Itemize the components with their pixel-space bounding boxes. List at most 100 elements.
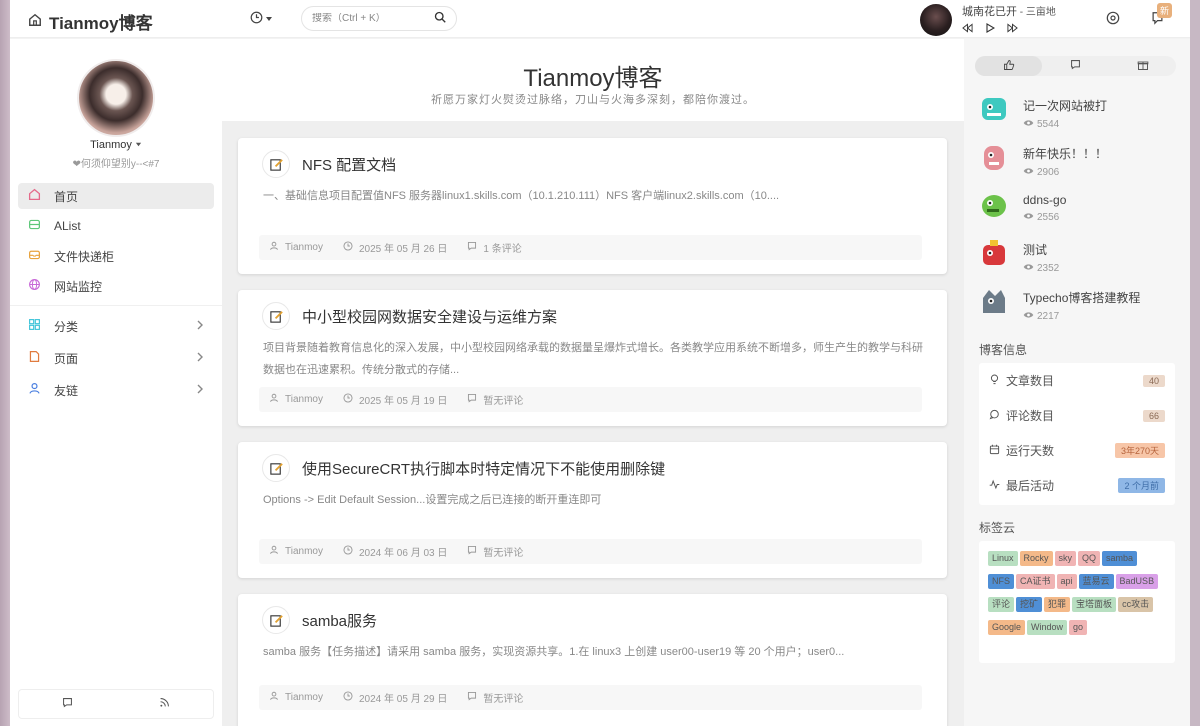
hot-post-item[interactable]: ddns-go 2556	[979, 190, 1066, 223]
tag[interactable]: sky	[1054, 551, 1077, 566]
stat-value: 2 个月前	[1118, 478, 1165, 493]
tab-comments[interactable]	[1042, 56, 1109, 76]
new-badge: 新	[1157, 3, 1173, 18]
tag[interactable]: 宝塔面板	[1072, 597, 1117, 612]
nav-group-friends[interactable]: 友链	[18, 376, 214, 404]
author-icon	[269, 691, 279, 704]
hot-post-item[interactable]: 记一次网站被打 5544	[979, 94, 1107, 130]
post-comments[interactable]: 暂无评论	[483, 392, 523, 407]
nav-item-file-box[interactable]: 文件快递柜	[18, 243, 214, 269]
tag[interactable]: Rocky	[1019, 551, 1053, 566]
comment-icon[interactable]	[62, 697, 73, 711]
brand-title: Tianmoy博客	[49, 14, 153, 33]
rewind-icon[interactable]	[962, 22, 973, 36]
home-icon	[28, 13, 42, 30]
play-icon[interactable]	[985, 22, 996, 36]
tab-gifts[interactable]	[1109, 56, 1176, 76]
nav-group-pages[interactable]: 页面	[18, 344, 214, 372]
comment-icon	[467, 545, 477, 558]
post-author[interactable]: Tianmoy	[285, 546, 323, 557]
main-nav: 首页 AList 文件快递柜 网站监控 分类 页面 友链	[10, 183, 222, 408]
tab-hot-posts[interactable]	[975, 56, 1042, 76]
hot-post-title: ddns-go	[1023, 193, 1067, 207]
chevron-right-icon	[197, 319, 204, 333]
hot-post-item[interactable]: Typecho博客搭建教程 2217	[979, 286, 1140, 322]
tag[interactable]: cc攻击	[1118, 597, 1154, 612]
post-card[interactable]: NFS 配置文档 一、基础信息项目配置值NFS 服务器linux1.skills…	[238, 138, 947, 274]
tag[interactable]: QQ	[1078, 551, 1101, 566]
song-separator: -	[1017, 7, 1026, 18]
user-menu[interactable]: Tianmoy	[10, 139, 222, 151]
clock-icon	[343, 545, 353, 558]
eye-icon	[1023, 311, 1034, 322]
rss-icon[interactable]	[159, 697, 170, 711]
tag[interactable]: api	[1056, 574, 1077, 589]
clock-icon	[343, 241, 353, 254]
tag[interactable]: 蓝易云	[1078, 574, 1114, 589]
search-box[interactable]	[301, 6, 457, 31]
post-author[interactable]: Tianmoy	[285, 394, 323, 405]
avatar[interactable]	[77, 59, 155, 137]
search-input[interactable]	[312, 13, 430, 24]
post-excerpt: Options -> Edit Default Session...设置完成之后…	[263, 494, 602, 506]
post-comments[interactable]: 暂无评论	[483, 690, 523, 705]
nav-label: AList	[54, 219, 81, 233]
post-title[interactable]: NFS 配置文档	[302, 154, 396, 175]
theme-toggle-button[interactable]	[250, 11, 273, 27]
nav-group-category[interactable]: 分类	[18, 312, 214, 340]
brand[interactable]: Tianmoy博客	[28, 9, 153, 34]
post-comments[interactable]: 1 条评论	[483, 240, 521, 255]
comment-icon	[467, 393, 477, 406]
tag[interactable]: samba	[1102, 551, 1138, 566]
edit-icon	[262, 606, 290, 634]
fast-forward-icon[interactable]	[1007, 22, 1018, 36]
nav-item-home[interactable]: 首页	[18, 183, 214, 209]
post-date: 2024 年 06 月 03 日	[358, 548, 448, 559]
post-card[interactable]: samba服务 samba 服务【任务描述】请采用 samba 服务，实现资源共…	[238, 594, 947, 726]
comment-icon	[989, 409, 1000, 423]
nav-item-site-monitor[interactable]: 网站监控	[18, 273, 214, 299]
tag[interactable]: go	[1069, 620, 1088, 635]
tag[interactable]: 评论	[988, 597, 1015, 612]
tag[interactable]: Linux	[988, 551, 1018, 566]
comment-icon	[1070, 59, 1081, 73]
tag[interactable]: 挖矿	[1016, 597, 1043, 612]
tag[interactable]: 犯罪	[1044, 597, 1071, 612]
clock-icon	[343, 691, 353, 704]
tag[interactable]: NFS	[988, 574, 1014, 589]
tag-cloud-heading: 标签云	[979, 521, 1016, 535]
post-title[interactable]: samba服务	[302, 610, 377, 631]
target-icon[interactable]	[1106, 11, 1120, 28]
tag[interactable]: Window	[1027, 620, 1068, 635]
globe-icon	[28, 278, 41, 294]
post-comments[interactable]: 暂无评论	[483, 544, 523, 559]
user-motto: ❤何须仰望别y--<#7	[72, 159, 160, 170]
tag[interactable]: BadUSB	[1115, 574, 1159, 589]
album-cover[interactable]	[920, 3, 952, 36]
post-excerpt: 项目背景随着教育信息化的深入发展，中小型校园网络承载的数据量呈爆炸式增长。各类教…	[263, 342, 923, 376]
gift-icon	[1137, 59, 1149, 74]
monster-avatar-icon	[979, 238, 1009, 271]
user-icon	[28, 382, 41, 398]
post-meta: Tianmoy 2025 年 05 月 26 日 1 条评论	[259, 235, 922, 260]
tag[interactable]: CA证书	[1016, 574, 1055, 589]
post-card[interactable]: 使用SecureCRT执行脚本时特定情况下不能使用删除键 Options -> …	[238, 442, 947, 578]
eye-icon	[1023, 212, 1034, 223]
post-title[interactable]: 使用SecureCRT执行脚本时特定情况下不能使用删除键	[302, 458, 665, 479]
hot-post-title: 记一次网站被打	[1023, 99, 1108, 113]
hot-post-item[interactable]: 新年快乐！！！ 2906	[979, 142, 1107, 178]
username: Tianmoy	[90, 139, 132, 151]
post-author[interactable]: Tianmoy	[285, 692, 323, 703]
post-title[interactable]: 中小型校园网数据安全建设与运维方案	[302, 306, 557, 327]
nav-item-alist[interactable]: AList	[18, 213, 214, 239]
post-author[interactable]: Tianmoy	[285, 242, 323, 253]
stat-run-days: 运行天数 3年270天	[979, 433, 1175, 468]
tag[interactable]: Google	[988, 620, 1026, 635]
post-meta: Tianmoy 2024 年 05 月 29 日 暂无评论	[259, 685, 922, 710]
widget-tabs	[975, 56, 1176, 76]
hot-post-item[interactable]: 测试 2352	[979, 238, 1059, 274]
post-card[interactable]: 中小型校园网数据安全建设与运维方案 项目背景随着教育信息化的深入发展，中小型校园…	[238, 290, 947, 426]
stat-value: 66	[1142, 409, 1165, 422]
search-icon[interactable]	[434, 11, 446, 26]
top-header: Tianmoy博客 城南花已开 - 三亩地	[10, 0, 1190, 38]
